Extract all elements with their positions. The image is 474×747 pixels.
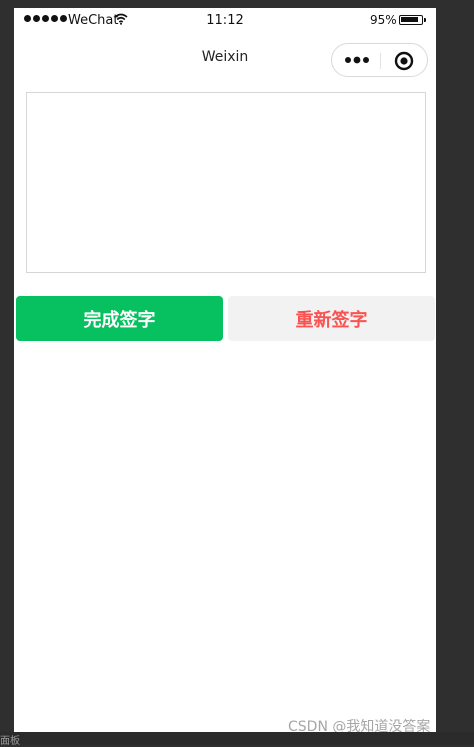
navigation-bar: Weixin [14, 34, 436, 80]
more-dots-icon[interactable] [344, 55, 370, 65]
signature-canvas[interactable] [26, 92, 426, 273]
mini-program-capsule [331, 43, 428, 77]
resign-button[interactable]: 重新签字 [228, 296, 435, 341]
bottom-panel-strip [0, 732, 474, 745]
capsule-divider [380, 53, 381, 69]
record-circle-icon[interactable] [394, 51, 414, 71]
complete-signature-button[interactable]: 完成签字 [16, 296, 223, 341]
phone-screen: WeChat 11:12 95% Weixin 完成签字 重新签字 [14, 8, 436, 732]
battery-icon [399, 15, 426, 25]
battery-percent: 95% [370, 13, 397, 27]
status-bar: WeChat 11:12 95% [14, 8, 436, 34]
